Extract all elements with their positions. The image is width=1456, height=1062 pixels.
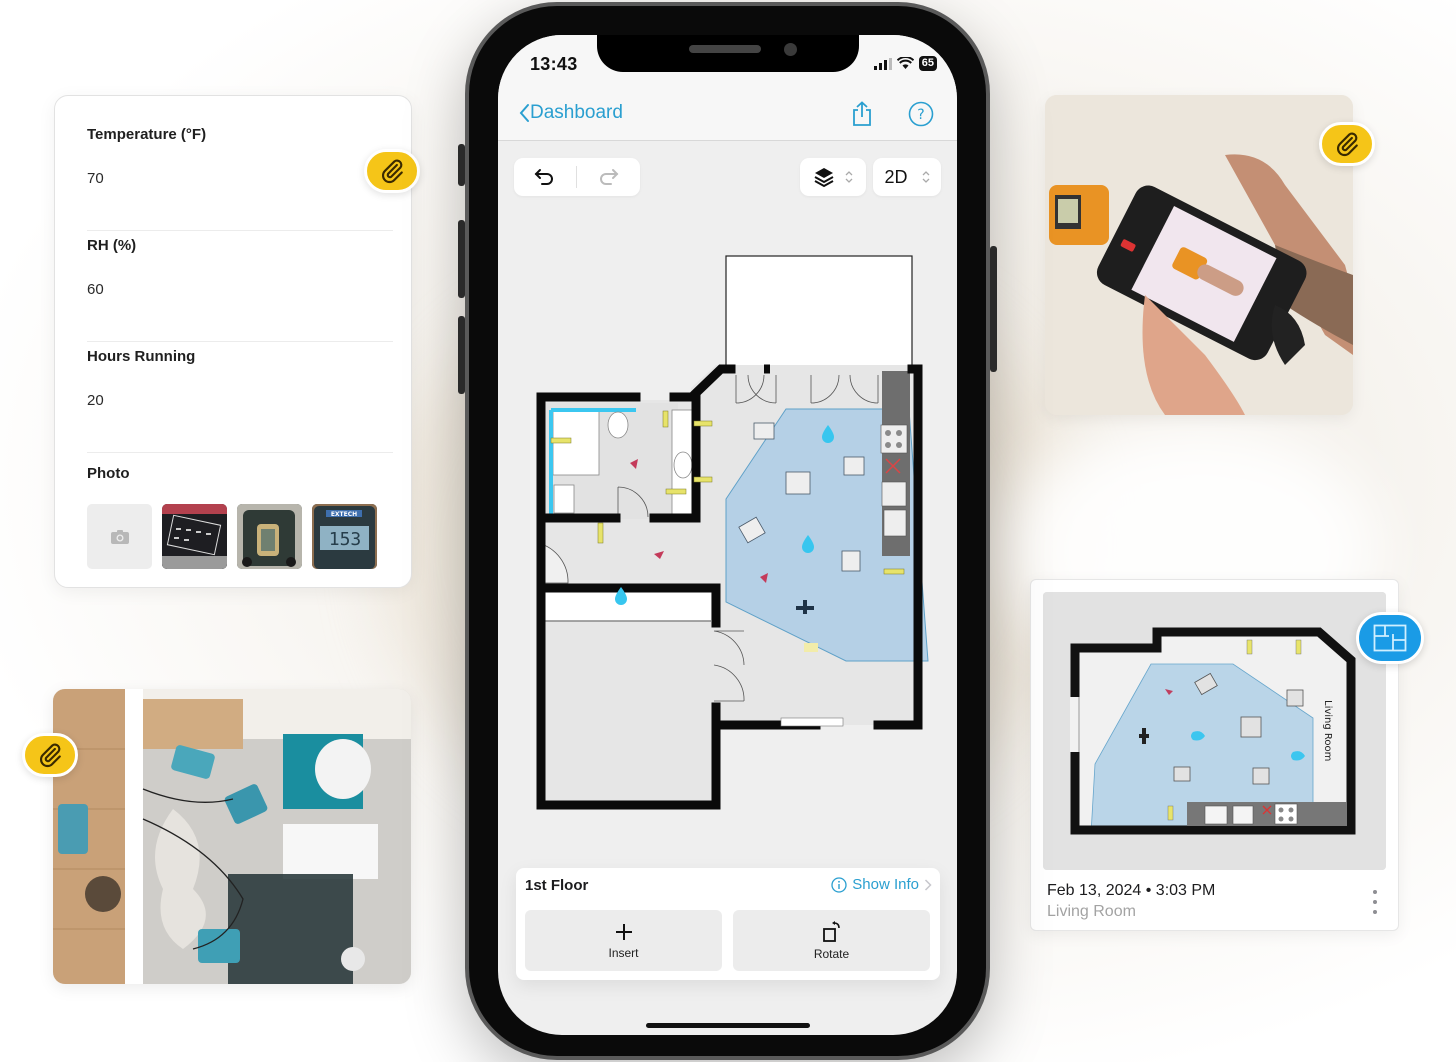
svg-text:EXTECH: EXTECH — [331, 511, 357, 518]
field-temperature[interactable]: Temperature (°F) 70 — [87, 120, 393, 231]
photo-thumbnail[interactable]: EXTECH 153 — [312, 504, 377, 569]
battery-indicator: 65 — [918, 56, 937, 71]
back-button[interactable]: Dashboard — [518, 102, 623, 124]
field-label: Temperature (°F) — [87, 126, 207, 143]
rotate-button[interactable]: Rotate — [733, 910, 930, 971]
floor-name: 1st Floor — [525, 877, 589, 894]
attachment-badge[interactable] — [364, 149, 420, 193]
svg-text:153: 153 — [329, 529, 362, 550]
photo-thumbnail[interactable] — [237, 504, 302, 569]
phone-side-button — [990, 246, 997, 372]
sink — [673, 451, 693, 479]
phone-side-button — [458, 220, 465, 298]
undo-icon — [534, 169, 553, 185]
floor-plan-card[interactable]: Living Room Feb 13, 2024 • 3:03 PM Livin… — [1030, 579, 1399, 931]
front-camera — [784, 43, 797, 56]
floorplan-icon — [1373, 624, 1407, 652]
field-value[interactable]: 70 — [87, 170, 393, 187]
site-photo-bathroom[interactable] — [53, 689, 411, 984]
chevron-updown-icon — [922, 171, 929, 183]
undo-redo-group — [514, 158, 640, 196]
chevron-right-icon — [924, 878, 932, 891]
field-value[interactable]: 20 — [87, 392, 393, 409]
redo-icon — [600, 169, 619, 185]
chevron-updown-icon — [845, 171, 853, 183]
reading-form-card: Temperature (°F) 70 RH (%) 60 Hours Runn… — [54, 95, 412, 588]
plan-room-name: Living Room — [1047, 903, 1136, 920]
floor-plan-canvas[interactable] — [526, 245, 936, 815]
plan-date: Feb 13, 2024 • 3:03 PM — [1047, 882, 1216, 899]
plus-icon — [615, 923, 632, 940]
home-indicator[interactable] — [646, 1023, 810, 1028]
attachment-badge[interactable] — [1319, 122, 1375, 166]
share-icon — [853, 101, 871, 126]
photo-label: Photo — [87, 465, 130, 482]
view-mode-selector[interactable]: 2D — [873, 158, 941, 196]
share-button[interactable] — [848, 100, 876, 128]
paperclip-icon — [1337, 132, 1358, 157]
wifi-icon — [896, 57, 914, 69]
show-info-button[interactable]: Show Info — [831, 876, 932, 893]
more-options-button[interactable] — [1370, 890, 1380, 914]
layers-icon — [814, 168, 834, 188]
phone-side-button — [458, 144, 465, 186]
back-label: Dashboard — [530, 102, 623, 123]
signal-icon — [873, 57, 892, 70]
chevron-left-icon — [519, 104, 529, 122]
phone-device: 13:43 65 Dashboard ? 2D 1st Floor Show I… — [458, 2, 997, 1060]
add-photo-button[interactable] — [87, 504, 152, 569]
view-mode-label: 2D — [884, 166, 908, 187]
field-label: RH (%) — [87, 237, 137, 254]
help-icon: ? — [908, 101, 934, 127]
photo-row: EXTECH 153 — [87, 504, 393, 569]
photo-thumbnail[interactable] — [162, 504, 227, 569]
rotate-label: Rotate — [813, 946, 850, 961]
washer — [553, 484, 575, 514]
layers-selector[interactable] — [800, 158, 866, 196]
status-time: 13:43 — [530, 54, 578, 74]
phone-notch — [597, 35, 859, 72]
field-hours-running[interactable]: Hours Running 20 — [87, 342, 393, 453]
field-value[interactable]: 60 — [87, 281, 393, 298]
floorplan-badge[interactable] — [1356, 612, 1424, 664]
insert-button[interactable]: Insert — [525, 910, 722, 971]
floor-panel: 1st Floor Show Info Insert Rotate — [516, 868, 940, 980]
attachment-badge[interactable] — [22, 733, 78, 777]
site-photo-moisture-meter[interactable] — [1045, 95, 1353, 415]
speaker-grille — [689, 45, 761, 53]
phone-screen: 13:43 65 Dashboard ? 2D 1st Floor Show I… — [498, 35, 957, 1035]
rotate-icon — [822, 920, 840, 942]
info-icon — [831, 876, 847, 893]
field-label: Hours Running — [87, 348, 196, 365]
paperclip-icon — [40, 743, 61, 768]
exterior-area — [725, 255, 913, 373]
field-rh[interactable]: RH (%) 60 — [87, 231, 393, 342]
undo-button[interactable] — [514, 158, 576, 196]
floor-plan-thumbnail[interactable]: Living Room — [1043, 592, 1386, 870]
show-info-label: Show Info — [852, 876, 919, 893]
nav-bar: Dashboard ? — [498, 95, 957, 141]
redo-button[interactable] — [577, 158, 639, 196]
more-icon — [1373, 890, 1377, 894]
help-button[interactable]: ? — [907, 100, 935, 128]
status-icons: 65 — [873, 56, 937, 71]
phone-side-button — [458, 316, 465, 394]
svg-text:?: ? — [917, 107, 924, 123]
paperclip-icon — [382, 159, 403, 184]
insert-label: Insert — [608, 945, 639, 960]
camera-icon — [110, 529, 129, 544]
toilet — [607, 411, 629, 439]
room-label: Living Room — [1322, 700, 1333, 761]
